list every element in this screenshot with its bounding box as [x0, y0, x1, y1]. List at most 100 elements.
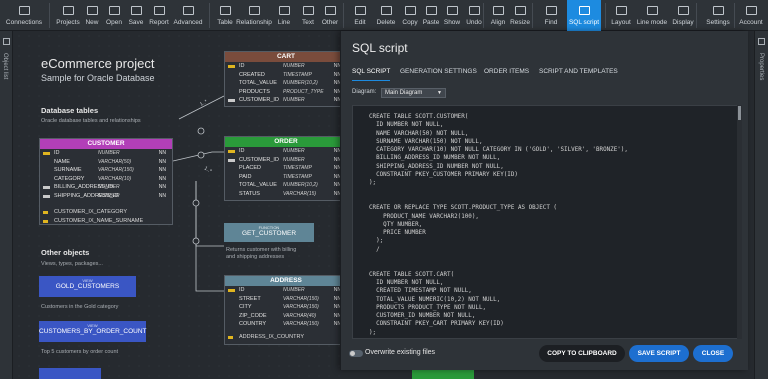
table-index-row[interactable]: ADDRESS_IX_COUNTRY	[225, 333, 340, 342]
properties-tab[interactable]: Properties	[758, 53, 764, 80]
toolbar-account-button[interactable]: Account	[736, 0, 766, 31]
toolbar-undo-button[interactable]: Undo	[463, 0, 485, 31]
table-column-row[interactable]: ID NUMBER NN	[225, 147, 340, 156]
table-column-row[interactable]: CUSTOMER_ID NUMBER NN	[225, 156, 340, 165]
save-script-button[interactable]: SAVE SCRIPT	[629, 345, 689, 362]
gold-customers-view[interactable]: VIEW GOLD_CUSTOMERS	[39, 276, 136, 297]
table-column-row[interactable]: CUSTOMER_ID NUMBER NN	[225, 96, 340, 105]
cart-table-header[interactable]: CART	[225, 52, 340, 62]
toolbar-resize-button[interactable]: Resize	[509, 0, 531, 31]
copy-icon	[404, 5, 416, 15]
table-index-row[interactable]: CUSTOMER_IX_CATEGORY	[40, 208, 172, 217]
toolbar-align-button[interactable]: Align	[487, 0, 509, 31]
code-scrollbar-thumb[interactable]	[738, 106, 741, 120]
table-column-row[interactable]: SURNAME VARCHAR(150) NN	[40, 166, 172, 175]
toolbar-table-button[interactable]: Table	[213, 0, 237, 31]
table-index-row[interactable]: CUSTOMER_IX_NAME_SURNAME	[40, 217, 172, 226]
object-list-tab[interactable]: Object list	[2, 53, 8, 79]
close-button[interactable]: CLOSE	[693, 345, 733, 362]
view-box-partial[interactable]	[39, 368, 101, 379]
toolbar-text-button[interactable]: Text	[297, 0, 319, 31]
index-name: ADDRESS_IX_COUNTRY	[239, 333, 304, 340]
cart-table[interactable]: CART ID NUMBER NN CREATED TIMESTAMP NN TOTAL_V…	[224, 51, 340, 107]
toolbar-show-button[interactable]: Show	[441, 0, 463, 31]
display-icon	[677, 5, 689, 15]
copy-to-clipboard-button[interactable]: COPY TO CLIPBOARD	[539, 345, 625, 362]
toolbar-display-button[interactable]: Display	[671, 0, 695, 31]
get-customer-function[interactable]: FUNCTION GET_CUSTOMER	[224, 223, 314, 242]
table-column-row[interactable]: CATEGORY VARCHAR(10) NN	[40, 175, 172, 184]
diagram-canvas[interactable]: 1..* 1..* eCommerce project Sample for O…	[14, 31, 340, 379]
properties-toggle-icon[interactable]	[758, 38, 765, 45]
toolbar-sql-script-button[interactable]: SQL script	[567, 0, 601, 31]
table-column-row[interactable]: TOTAL_VALUE NUMBER(10,2) NN	[225, 79, 340, 88]
toolbar-delete-button[interactable]: Delete	[373, 0, 399, 31]
toolbar-open-button[interactable]: Open	[103, 0, 125, 31]
table-column-row[interactable]: ZIP_CODE VARCHAR(40) NN	[225, 312, 340, 321]
table-icon	[219, 5, 231, 15]
customer-table[interactable]: CUSTOMER ID NUMBER NN NAME VARCHAR(50) NN SURN…	[39, 138, 173, 225]
toolbar-button-label: Show	[443, 18, 461, 26]
table-column-row[interactable]: CREATED TIMESTAMP NN	[225, 71, 340, 80]
tab-generation-settings[interactable]: GENERATION SETTINGS	[400, 68, 477, 75]
table-column-row[interactable]: ID NUMBER NN	[225, 286, 340, 295]
toolbar-advanced-button[interactable]: Advanced	[171, 0, 205, 31]
toolbar-report-button[interactable]: Report	[147, 0, 171, 31]
table-column-row[interactable]: SHIPPING_ADDRESS_ID NUMBER NN	[40, 192, 172, 201]
address-table-header[interactable]: ADDRESS	[225, 276, 340, 286]
table-column-row[interactable]: PAID TIMESTAMP NN	[225, 173, 340, 182]
customer-table-header[interactable]: CUSTOMER	[40, 139, 172, 149]
address-table[interactable]: ADDRESS ID NUMBER NN STREET VARCHAR(150) NN CI…	[224, 275, 340, 345]
sql-code-area[interactable]: CREATE TABLE SCOTT.CUSTOMER( ID NUMBER N…	[352, 105, 742, 339]
tab-script-and-templates[interactable]: SCRIPT AND TEMPLATES	[539, 68, 618, 75]
column-not-null: NN	[158, 184, 166, 190]
toolbar-new-button[interactable]: New	[81, 0, 103, 31]
object-list-toggle-icon[interactable]	[3, 38, 10, 45]
table-column-row[interactable]: TOTAL_VALUE NUMBER(10,2) NN	[225, 181, 340, 190]
toolbar-line-mode-button[interactable]: Line mode	[633, 0, 671, 31]
toolbar-paste-button[interactable]: Paste	[420, 0, 442, 31]
table-column-row[interactable]: COUNTRY VARCHAR(150) NN	[225, 320, 340, 329]
tab-sql-script[interactable]: SQL SCRIPT	[352, 68, 391, 81]
tab-order-items[interactable]: ORDER ITEMS	[484, 68, 529, 75]
table-box-partial[interactable]	[412, 370, 474, 379]
customer-address-line-2[interactable]	[195, 181, 224, 247]
toolbar-layout-button[interactable]: Layout	[609, 0, 633, 31]
toolbar-connections-button[interactable]: Connections	[4, 0, 44, 31]
projects-icon	[62, 5, 74, 15]
order-table[interactable]: ORDER ID NUMBER NN CUSTOMER_ID NUMBER NN PLACE…	[224, 136, 340, 201]
table-column-row[interactable]: PRODUCTS PRODUCT_TYPE NN	[225, 88, 340, 97]
project-subtitle: Sample for Oracle Database	[41, 73, 155, 83]
column-name: SURNAME	[54, 167, 82, 173]
code-scrollbar[interactable]	[737, 105, 742, 339]
toolbar-line-button[interactable]: Line	[271, 0, 297, 31]
toolbar-save-button[interactable]: Save	[125, 0, 147, 31]
toolbar-edit-button[interactable]: Edit	[347, 0, 373, 31]
sql-script-icon	[578, 5, 590, 15]
table-column-row[interactable]: ID NUMBER NN	[225, 62, 340, 71]
toolbar-button-label: Other	[321, 18, 339, 26]
table-column-row[interactable]: STATUS VARCHAR(15) NN	[225, 190, 340, 199]
table-column-row[interactable]: STREET VARCHAR(150) NN	[225, 295, 340, 304]
toolbar-button-label: Line	[277, 18, 291, 26]
toolbar-other-button[interactable]: Other	[319, 0, 341, 31]
toolbar-settings-button[interactable]: Settings	[700, 0, 736, 31]
customers-by-order-count-view[interactable]: VIEW CUSTOMERS_BY_ORDER_COUNT	[39, 321, 147, 342]
order-table-header[interactable]: ORDER	[225, 137, 340, 147]
primary-key-icon	[228, 289, 235, 292]
toolbar-copy-button[interactable]: Copy	[399, 0, 421, 31]
table-column-row[interactable]: PLACED TIMESTAMP NN	[225, 164, 340, 173]
table-column-row[interactable]: NAME VARCHAR(50) NN	[40, 158, 172, 167]
table-column-row[interactable]: BILLING_ADDRESS_ID NUMBER NN	[40, 183, 172, 192]
address-columns: ID NUMBER NN STREET VARCHAR(150) NN CITY VARCHA…	[225, 286, 340, 329]
foreign-key-icon	[228, 99, 235, 102]
diagram-select[interactable]: Main Diagram ▼	[381, 88, 446, 98]
sql-code-text[interactable]: CREATE TABLE SCOTT.CUSTOMER( ID NUMBER N…	[353, 106, 741, 337]
toolbar-projects-button[interactable]: Projects	[55, 0, 81, 31]
overwrite-toggle[interactable]	[349, 350, 363, 357]
table-column-row[interactable]: ID NUMBER NN	[40, 149, 172, 158]
toolbar-find-button[interactable]: Find	[538, 0, 564, 31]
toolbar-relationship-button[interactable]: Relationship	[236, 0, 272, 31]
table-column-row[interactable]: CITY VARCHAR(150) NN	[225, 303, 340, 312]
customer-address-line[interactable]	[195, 181, 224, 292]
